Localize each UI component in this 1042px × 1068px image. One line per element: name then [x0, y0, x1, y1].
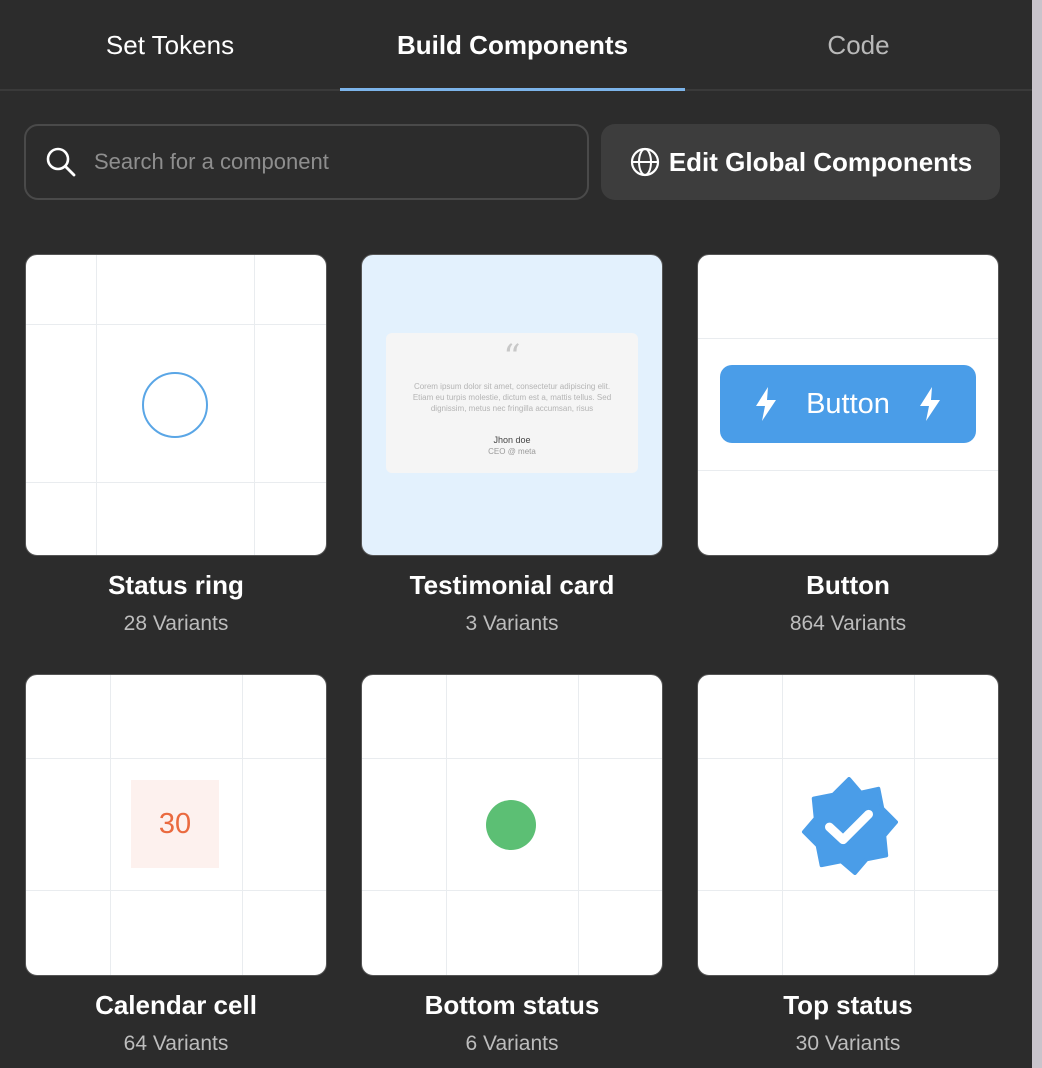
quote-mark: “	[503, 337, 521, 377]
variant-count: 28 Variants	[123, 612, 229, 635]
component-title: Top status	[783, 990, 913, 1020]
component-preview	[361, 674, 663, 976]
component-title: Status ring	[108, 570, 244, 600]
edit-global-components-button[interactable]: Edit Global Components	[601, 124, 1000, 200]
status-ring-preview	[142, 372, 208, 438]
grid-line	[446, 675, 447, 975]
grid-line	[254, 255, 255, 555]
testimonial-preview: “ Corem ipsum dolor sit amet, consectetu…	[386, 333, 638, 473]
component-title: Bottom status	[424, 990, 600, 1020]
globe-icon	[630, 147, 659, 177]
testimonial-name: Jhon doe	[493, 435, 531, 445]
search-box[interactable]	[24, 124, 589, 200]
component-preview	[697, 674, 999, 976]
grid-line	[362, 890, 662, 891]
verified-badge-icon	[801, 777, 898, 875]
tab-set-tokens[interactable]: Set Tokens	[0, 0, 340, 91]
grid-line	[26, 758, 326, 759]
active-tab-indicator	[340, 88, 685, 91]
component-card-testimonial[interactable]: “ Corem ipsum dolor sit amet, consectetu…	[361, 254, 663, 635]
component-card-calendar-cell[interactable]: 30 Calendar cell 64 Variants	[25, 674, 327, 1055]
grid-line	[26, 890, 326, 891]
tab-code[interactable]: Code	[685, 0, 1032, 91]
grid-line	[698, 890, 998, 891]
component-card-button[interactable]: Button Button 864 Variants	[697, 254, 999, 635]
component-preview: “ Corem ipsum dolor sit amet, consectetu…	[361, 254, 663, 556]
window-edge	[1032, 0, 1042, 1068]
component-preview: Button	[697, 254, 999, 556]
grid-line	[914, 675, 915, 975]
tab-build-components[interactable]: Build Components	[340, 0, 685, 91]
variant-count: 3 Variants	[465, 612, 559, 635]
grid-line	[362, 758, 662, 759]
variant-count: 30 Variants	[795, 1032, 901, 1055]
component-title: Testimonial card	[409, 570, 615, 600]
grid-line	[698, 470, 998, 471]
lightning-bolt-icon	[919, 387, 940, 421]
grid-line	[782, 675, 783, 975]
button-preview-label: Button	[806, 387, 890, 420]
testimonial-role: CEO @ meta	[488, 447, 536, 456]
status-dot-preview	[486, 800, 536, 850]
button-preview: Button	[720, 365, 976, 443]
variant-count: 64 Variants	[123, 1032, 229, 1055]
component-card-status-ring[interactable]: Status ring 28 Variants	[25, 254, 327, 635]
search-icon	[46, 147, 76, 177]
grid-line	[26, 324, 326, 325]
grid-line	[698, 758, 998, 759]
component-title: Calendar cell	[95, 990, 257, 1020]
component-preview: 30	[25, 674, 327, 976]
component-card-bottom-status[interactable]: Bottom status 6 Variants	[361, 674, 663, 1055]
calendar-cell-preview: 30	[131, 780, 219, 868]
tab-bar: Set Tokens Build Components Code	[0, 0, 1032, 91]
edit-global-components-label: Edit Global Components	[668, 146, 973, 177]
grid-line	[110, 675, 111, 975]
variant-count: 864 Variants	[789, 612, 907, 635]
search-input[interactable]	[94, 149, 564, 175]
grid-line	[242, 675, 243, 975]
grid-line	[578, 675, 579, 975]
component-card-top-status[interactable]: Top status 30 Variants	[697, 674, 999, 1055]
variant-count: 6 Variants	[465, 1032, 559, 1055]
component-panel: Set Tokens Build Components Code Edit Gl…	[0, 0, 1032, 1068]
component-preview	[25, 254, 327, 556]
component-title: Button	[806, 570, 890, 600]
testimonial-text: Corem ipsum dolor sit amet, consectetur …	[412, 382, 612, 413]
grid-line	[698, 338, 998, 339]
grid-line	[26, 482, 326, 483]
lightning-bolt-icon	[756, 387, 777, 421]
grid-line	[96, 255, 97, 555]
